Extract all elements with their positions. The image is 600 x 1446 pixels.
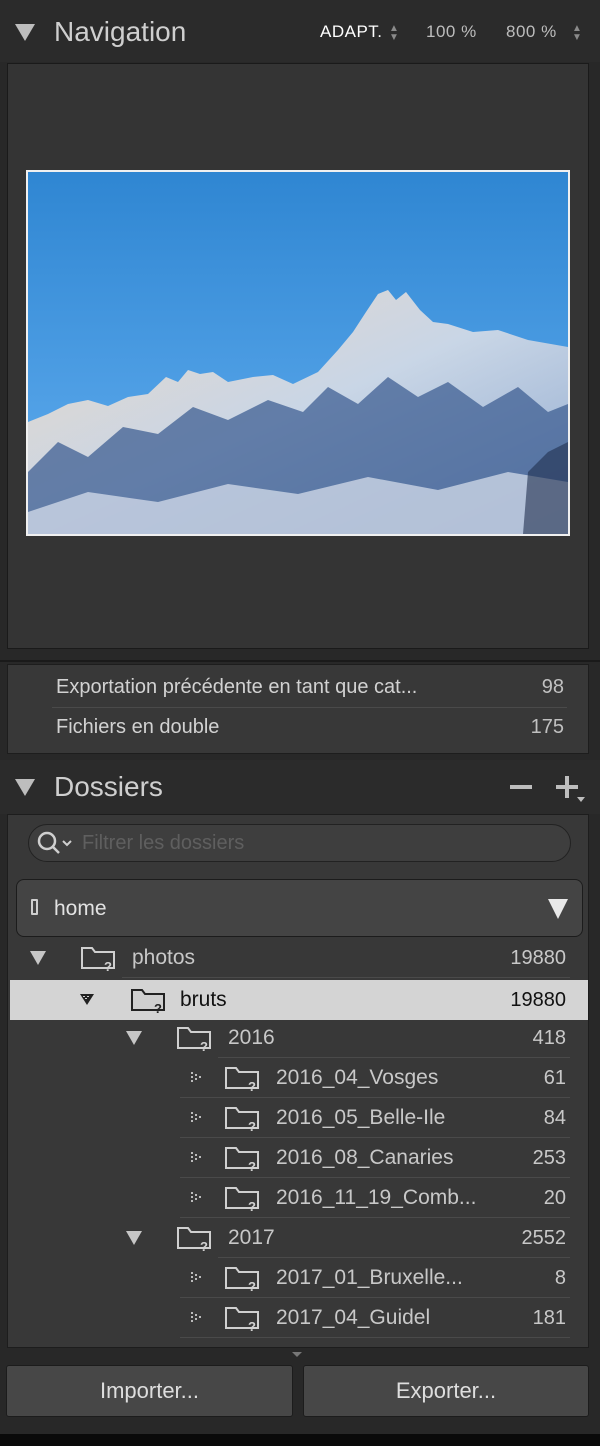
folder-row[interactable]: ? 2017_01_Bruxelle... 8 [10,1258,588,1298]
folder-row[interactable]: ? photos 19880 [10,938,588,978]
leaf-disclosure-icon[interactable] [190,1311,204,1330]
folder-row[interactable]: ? 2016_08_Canaries 253 [10,1138,588,1178]
drive-icon [31,899,38,915]
folder-count: 181 [532,1307,566,1329]
remove-folder-button[interactable] [510,785,532,789]
zoom-100-option[interactable]: 100 % [426,22,477,42]
folder-row-selected[interactable]: ? bruts 19880 [10,980,588,1020]
folder-filter-placeholder: Filtrer les dossiers [82,832,245,854]
volume-expand-icon[interactable] [548,899,568,919]
folder-count: 253 [532,1147,566,1169]
folder-label: 2016 [228,1026,275,1049]
svg-text:?: ? [200,1239,208,1252]
svg-text:?: ? [154,1001,162,1014]
svg-text:?: ? [248,1279,256,1292]
leaf-disclosure-icon[interactable] [190,1151,204,1170]
panel-separator [0,660,600,662]
export-button[interactable]: Exporter... [303,1365,589,1417]
folder-label: 2016_08_Canaries [276,1146,454,1169]
row-divider [122,977,570,978]
leaf-disclosure-icon[interactable] [190,1111,204,1130]
folder-label: bruts [180,988,227,1011]
svg-text:?: ? [248,1119,256,1132]
add-folder-plus-icon [565,776,569,798]
expand-triangle-icon[interactable] [126,1231,142,1245]
collapse-triangle-icon[interactable] [15,24,35,41]
folder-missing-icon: ? [80,944,118,974]
folder-label: 2017_04_Guidel [276,1306,431,1329]
folder-missing-icon: ? [130,986,168,1016]
folder-row[interactable]: ? 2016 418 [10,1018,588,1058]
folders-title: Dossiers [54,771,163,802]
folder-missing-icon: ? [224,1104,262,1134]
folder-missing-icon: ? [224,1144,262,1174]
folder-missing-icon: ? [224,1304,262,1334]
folder-row[interactable]: ? 2016_04_Vosges 61 [10,1058,588,1098]
collection-count: 98 [541,675,564,698]
collection-item[interactable]: Exportation précédente en tant que cat..… [44,668,564,706]
add-folder-dropdown-icon[interactable] [577,797,585,802]
folder-row[interactable]: ? 2016_05_Belle-Ile 84 [10,1098,588,1138]
folder-label: 2017 [228,1226,275,1249]
folder-missing-icon: ? [224,1264,262,1294]
navigation-title: Navigation [54,16,187,47]
navigator-preview-image[interactable] [26,170,570,536]
leaf-disclosure-icon[interactable] [190,1071,204,1090]
zoom-stepper-icon[interactable]: ▲ ▼ [572,24,582,43]
folder-count: 418 [532,1027,566,1049]
row-divider [180,1337,570,1338]
expand-triangle-icon[interactable] [30,951,46,965]
expand-triangle-icon[interactable] [126,1031,142,1045]
import-button[interactable]: Importer... [6,1365,293,1417]
svg-text:?: ? [248,1319,256,1332]
folder-count: 61 [543,1067,566,1089]
folder-row[interactable]: ? 2017 2552 [10,1218,588,1258]
panel-resize-grip-icon[interactable] [292,1352,302,1357]
folder-missing-icon: ? [224,1184,262,1214]
collapse-triangle-icon[interactable] [15,779,35,796]
svg-text:?: ? [248,1079,256,1092]
folder-count: 84 [543,1107,566,1129]
collection-label: Exportation précédente en tant que cat..… [56,675,418,698]
expand-triangle-icon[interactable] [80,993,94,1011]
svg-text:?: ? [248,1159,256,1172]
leaf-disclosure-icon[interactable] [190,1271,204,1290]
folder-row[interactable]: ? 2017_04_Guidel 181 [10,1298,588,1338]
folder-count: 2552 [521,1227,567,1249]
folder-missing-icon: ? [176,1024,214,1054]
svg-text:?: ? [200,1039,208,1052]
folder-label: 2016_04_Vosges [276,1066,439,1089]
volume-label: home [54,897,107,920]
svg-text:?: ? [104,959,112,972]
folder-row[interactable]: ? 2016_11_19_Comb... 20 [10,1178,588,1218]
collection-count: 175 [530,715,564,738]
folder-missing-icon: ? [176,1224,214,1254]
folder-count: 20 [543,1187,566,1209]
folder-label: photos [132,946,196,969]
folder-missing-icon: ? [224,1064,262,1094]
collection-label: Fichiers en double [56,715,220,738]
folder-count: 19880 [510,947,566,969]
folder-label: 2017_01_Bruxelle... [276,1266,463,1289]
folder-label: 2016_11_19_Comb... [276,1186,477,1209]
zoom-fit-stepper-icon[interactable]: ▲ ▼ [389,24,399,43]
mountain-photo [28,172,568,534]
zoom-fit-option[interactable]: ADAPT. [320,22,383,42]
folder-label: 2016_05_Belle-Ile [276,1106,446,1129]
filmstrip-edge [0,1434,600,1446]
folder-count: 8 [554,1267,566,1289]
svg-text:?: ? [248,1199,256,1212]
collection-item[interactable]: Fichiers en double 175 [44,708,564,746]
folder-count: 19880 [510,989,566,1011]
zoom-800-option[interactable]: 800 % [506,22,557,42]
leaf-disclosure-icon[interactable] [190,1191,204,1210]
search-icon[interactable] [36,830,76,856]
